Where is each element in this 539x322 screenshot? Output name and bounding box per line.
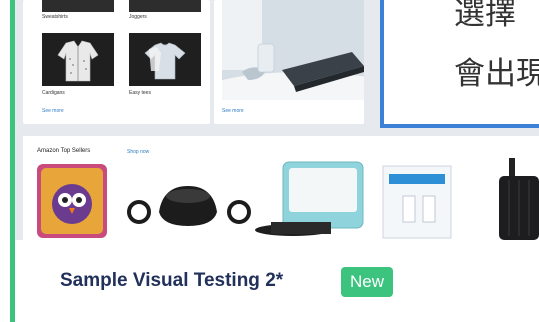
cardigans-label: Cardigans <box>42 90 65 96</box>
callout-line-1: 選擇 <box>454 0 516 32</box>
clothing-panel: Sweatshirts Joggers Cardigans Easy tees … <box>23 0 210 124</box>
joggers-thumbnail <box>129 0 201 12</box>
laptop-see-more-link[interactable]: See more <box>222 108 244 114</box>
new-badge: New <box>341 267 394 297</box>
laptop-icon <box>222 0 364 100</box>
callout-box: 選擇 會出現 <box>380 0 539 128</box>
card-title[interactable]: Sample Visual Testing 2* <box>60 270 283 292</box>
easy-tees-label: Easy tees <box>129 90 151 96</box>
easy-tees-image <box>129 33 201 86</box>
owl-book-icon <box>37 164 107 238</box>
suitcase-icon <box>499 158 539 240</box>
vr-headset-icon <box>127 186 251 226</box>
top-sellers-products <box>37 158 539 240</box>
top-sellers-panel: Amazon Top Sellers Shop now <box>23 136 539 240</box>
tshirt-icon <box>144 42 186 80</box>
sweatshirts-label: Sweatshirts <box>42 14 68 20</box>
sweatshirts-thumbnail <box>42 0 114 12</box>
turntable-icon <box>255 161 364 236</box>
screenshot-preview[interactable]: Sweatshirts Joggers Cardigans Easy tees … <box>15 0 539 240</box>
cardigans-image <box>42 33 114 86</box>
laptop-panel: See more <box>214 0 364 124</box>
cardigan-icon <box>57 40 99 82</box>
clothing-see-more-link[interactable]: See more <box>42 108 64 114</box>
smart-switch-icon <box>382 165 452 239</box>
laptop-image <box>222 0 364 100</box>
test-card[interactable]: Sweatshirts Joggers Cardigans Easy tees … <box>0 0 539 322</box>
callout-line-2: 會出現 <box>454 56 539 92</box>
joggers-label: Joggers <box>129 14 147 20</box>
